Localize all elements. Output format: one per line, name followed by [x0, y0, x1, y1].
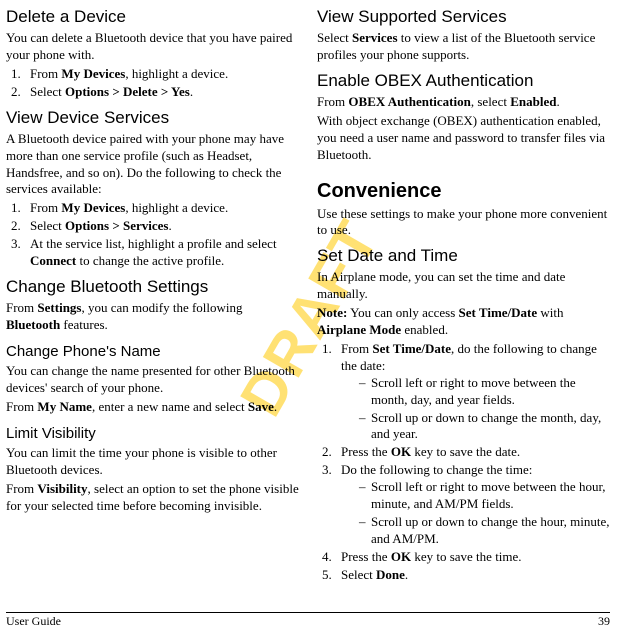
text: Select — [30, 84, 65, 99]
text: Select — [317, 30, 352, 45]
text-bold: OK — [391, 444, 411, 459]
text: enabled. — [401, 322, 448, 337]
heading-set-date-time: Set Date and Time — [317, 245, 610, 267]
text-bold: OK — [391, 549, 411, 564]
heading-delete-device: Delete a Device — [6, 6, 299, 28]
text: From — [30, 200, 61, 215]
list-item: Select Done. — [335, 567, 610, 584]
list-item: Do the following to change the time: Scr… — [335, 462, 610, 547]
heading-view-services: View Device Services — [6, 107, 299, 129]
text: key to save the date. — [411, 444, 520, 459]
left-column: Delete a Device You can delete a Bluetoo… — [6, 6, 299, 585]
dash-list: Scroll left or right to move between the… — [341, 479, 610, 548]
para: You can limit the time your phone is vis… — [6, 445, 299, 479]
text: . — [274, 399, 277, 414]
para: Note: You can only access Set Time/Date … — [317, 305, 610, 339]
list-item: From My Devices, highlight a device. — [24, 200, 299, 217]
text-bold: My Devices — [61, 66, 125, 81]
para: A Bluetooth device paired with your phon… — [6, 131, 299, 199]
text: Select — [341, 567, 376, 582]
footer-page-number: 39 — [598, 614, 610, 630]
para: With object exchange (OBEX) authenticati… — [317, 113, 610, 164]
para: From OBEX Authentication, select Enabled… — [317, 94, 610, 111]
text: . — [405, 567, 408, 582]
text-bold: Options > Delete > Yes — [65, 84, 190, 99]
text-bold: Settings — [37, 300, 81, 315]
text-bold: OBEX Authentication — [348, 94, 470, 109]
dash-item: Scroll left or right to move between the… — [359, 479, 610, 513]
content-columns: Delete a Device You can delete a Bluetoo… — [6, 6, 610, 585]
text: . — [556, 94, 559, 109]
text: , you can modify the following — [81, 300, 242, 315]
text: . — [168, 218, 171, 233]
subheading-change-phone-name: Change Phone's Name — [6, 342, 299, 362]
text-bold: Connect — [30, 253, 76, 268]
heading-convenience: Convenience — [317, 178, 610, 204]
footer-left: User Guide — [6, 614, 61, 630]
text: features. — [60, 317, 108, 332]
text-bold: Services — [352, 30, 397, 45]
para: In Airplane mode, you can set the time a… — [317, 269, 610, 303]
text: , highlight a device. — [125, 66, 228, 81]
text-bold: Set Time/Date — [459, 305, 538, 320]
text: , select — [471, 94, 510, 109]
text: From — [6, 300, 37, 315]
text: , highlight a device. — [125, 200, 228, 215]
text: . — [190, 84, 193, 99]
dash-list: Scroll left or right to move between the… — [341, 375, 610, 444]
ordered-list: From My Devices, highlight a device. Sel… — [6, 200, 299, 270]
list-item: From Set Time/Date, do the following to … — [335, 341, 610, 443]
para: You can change the name presented for ot… — [6, 363, 299, 397]
right-column: View Supported Services Select Services … — [317, 6, 610, 585]
para: From Visibility, select an option to set… — [6, 481, 299, 515]
list-item: Press the OK key to save the time. — [335, 549, 610, 566]
text-bold: Save — [248, 399, 274, 414]
para: Use these settings to make your phone mo… — [317, 206, 610, 240]
ordered-list: From My Devices, highlight a device. Sel… — [6, 66, 299, 101]
text-bold: My Devices — [61, 200, 125, 215]
dash-item: Scroll left or right to move between the… — [359, 375, 610, 409]
heading-view-supported: View Supported Services — [317, 6, 610, 28]
text: From — [341, 341, 372, 356]
para: From My Name, enter a new name and selec… — [6, 399, 299, 416]
list-item: From My Devices, highlight a device. — [24, 66, 299, 83]
text: Do the following to change the time: — [341, 462, 532, 477]
text: From — [6, 399, 37, 414]
para: From Settings, you can modify the follow… — [6, 300, 299, 334]
text-bold: Airplane Mode — [317, 322, 401, 337]
text: Press the — [341, 444, 391, 459]
text: key to save the time. — [411, 549, 521, 564]
dash-item: Scroll up or down to change the month, d… — [359, 410, 610, 444]
text-bold: Visibility — [37, 481, 87, 496]
heading-enable-obex: Enable OBEX Authentication — [317, 70, 610, 92]
text: From — [6, 481, 37, 496]
text-bold: Note: — [317, 305, 347, 320]
list-item: At the service list, highlight a profile… — [24, 236, 299, 270]
list-item: Select Options > Delete > Yes. — [24, 84, 299, 101]
text: You can only access — [347, 305, 458, 320]
text-bold: Enabled — [510, 94, 556, 109]
text-bold: Options > Services — [65, 218, 168, 233]
text-bold: Set Time/Date — [372, 341, 451, 356]
text: At the service list, highlight a profile… — [30, 236, 277, 251]
page-footer: User Guide 39 — [6, 612, 610, 630]
text: From — [30, 66, 61, 81]
list-item: Press the OK key to save the date. — [335, 444, 610, 461]
para: You can delete a Bluetooth device that y… — [6, 30, 299, 64]
subheading-limit-visibility: Limit Visibility — [6, 424, 299, 444]
heading-change-bt-settings: Change Bluetooth Settings — [6, 276, 299, 298]
text-bold: My Name — [37, 399, 92, 414]
text: Select — [30, 218, 65, 233]
list-item: Select Options > Services. — [24, 218, 299, 235]
dash-item: Scroll up or down to change the hour, mi… — [359, 514, 610, 548]
text: , enter a new name and select — [92, 399, 248, 414]
text: From — [317, 94, 348, 109]
text: with — [537, 305, 563, 320]
text-bold: Done — [376, 567, 405, 582]
text: to change the active profile. — [76, 253, 224, 268]
text: Press the — [341, 549, 391, 564]
ordered-list: From Set Time/Date, do the following to … — [317, 341, 610, 583]
para: Select Services to view a list of the Bl… — [317, 30, 610, 64]
text-bold: Bluetooth — [6, 317, 60, 332]
